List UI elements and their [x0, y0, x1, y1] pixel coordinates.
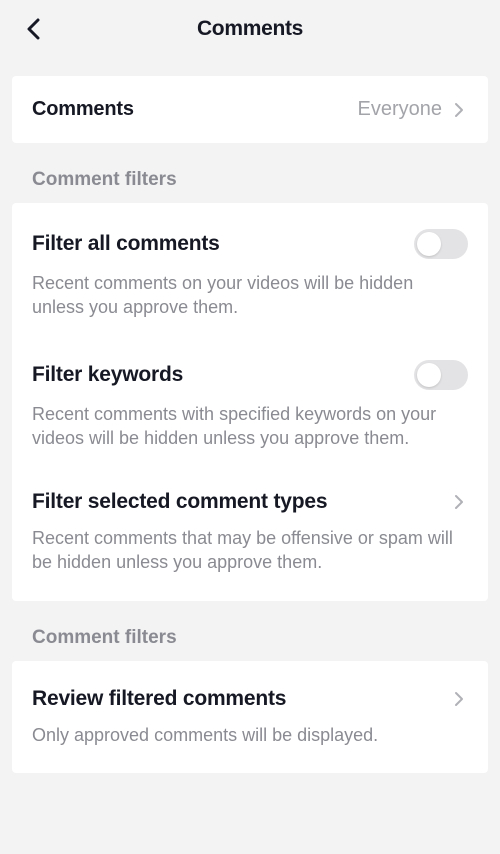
- comments-setting-value: Everyone: [358, 98, 443, 121]
- chevron-right-icon: [450, 101, 468, 119]
- comments-setting-label: Comments: [32, 98, 358, 121]
- back-button[interactable]: [22, 17, 46, 41]
- filter-all-comments-title: Filter all comments: [32, 232, 220, 256]
- review-filtered-comments-row[interactable]: Review filtered comments Only approved c…: [32, 665, 468, 765]
- filter-keywords-row: Filter keywords Recent comments with spe…: [32, 338, 468, 469]
- filter-all-comments-toggle[interactable]: [414, 229, 468, 259]
- filter-keywords-desc: Recent comments with specified keywords …: [32, 402, 468, 451]
- toggle-knob: [417, 232, 441, 256]
- filter-keywords-title: Filter keywords: [32, 363, 183, 387]
- filters-card: Filter all comments Recent comments on y…: [12, 203, 488, 601]
- header: Comments: [0, 0, 500, 58]
- review-card: Review filtered comments Only approved c…: [12, 661, 488, 773]
- section-header-review: Comment filters: [0, 601, 500, 661]
- chevron-right-icon: [450, 493, 468, 511]
- filter-comment-types-row[interactable]: Filter selected comment types Recent com…: [32, 468, 468, 593]
- chevron-left-icon: [26, 18, 42, 40]
- comments-setting-card: Comments Everyone: [12, 76, 488, 143]
- section-header-filters: Comment filters: [0, 143, 500, 203]
- filter-comment-types-title: Filter selected comment types: [32, 490, 327, 514]
- review-filtered-comments-desc: Only approved comments will be displayed…: [32, 723, 468, 747]
- filter-comment-types-desc: Recent comments that may be offensive or…: [32, 526, 468, 575]
- filter-all-comments-row: Filter all comments Recent comments on y…: [32, 207, 468, 338]
- page-title: Comments: [16, 17, 484, 41]
- toggle-knob: [417, 363, 441, 387]
- chevron-right-icon: [450, 690, 468, 708]
- filter-all-comments-desc: Recent comments on your videos will be h…: [32, 271, 468, 320]
- review-filtered-comments-title: Review filtered comments: [32, 687, 286, 711]
- filter-keywords-toggle[interactable]: [414, 360, 468, 390]
- comments-setting-row[interactable]: Comments Everyone: [32, 76, 468, 143]
